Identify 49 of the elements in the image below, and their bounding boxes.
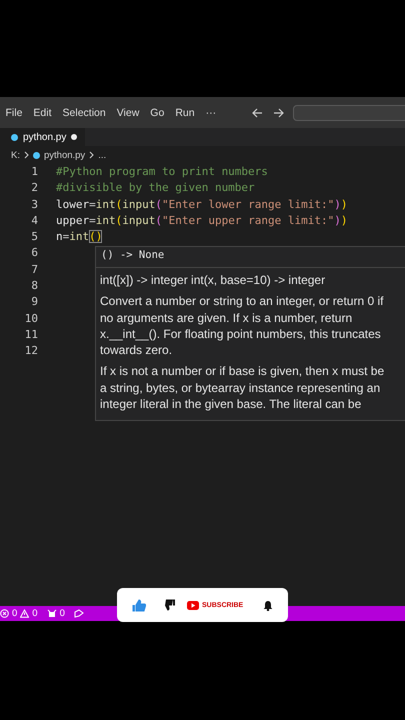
code-line: n=int() xyxy=(56,229,102,246)
thumbs-down-icon[interactable] xyxy=(162,599,175,611)
file-icon xyxy=(32,152,40,158)
line-number: 8 xyxy=(30,278,39,294)
code-line: #Python program to print numbers xyxy=(56,164,268,180)
line-number: 10 xyxy=(24,310,39,327)
line-number: 6 xyxy=(30,245,39,262)
search-field[interactable] xyxy=(293,104,405,120)
file-icon xyxy=(11,134,18,140)
signature-text: () -> None xyxy=(96,247,405,268)
line-number: 11 xyxy=(24,326,39,343)
port-count[interactable]: 0 xyxy=(60,608,65,619)
menu-item[interactable]: Run xyxy=(170,106,200,118)
line-number: 9 xyxy=(30,294,39,310)
chevron-icon xyxy=(24,151,29,159)
line-number: 4 xyxy=(30,212,39,229)
menu-item[interactable]: Go xyxy=(144,106,170,118)
code-line: upper=int(input("Enter upper range limit:")) xyxy=(56,212,348,229)
play-logo-icon xyxy=(187,600,199,610)
forward-arrow-icon[interactable] xyxy=(273,108,284,118)
doc-paragraph: If x is not a number or if base is given, then x must be a string, bytes, or bytearray instance representing an integer literal in the given base. The literal can be xyxy=(100,363,386,412)
line-number: 2 xyxy=(30,180,39,196)
code-line: #divisible by the given number xyxy=(56,180,255,196)
line-number: 12 xyxy=(24,343,39,360)
line-number: 5 xyxy=(30,229,39,246)
breadcrumb-item[interactable]: ... xyxy=(98,150,106,160)
bell-icon[interactable] xyxy=(263,600,274,610)
menu-item[interactable]: Edit xyxy=(28,106,58,118)
ports-icon[interactable] xyxy=(46,609,57,618)
warning-count[interactable]: 0 xyxy=(32,608,38,619)
menu-item[interactable]: ··· xyxy=(200,106,222,118)
doc-paragraph: int([x]) -> integer int(x, base=10) -> integer xyxy=(100,272,326,288)
error-icon[interactable] xyxy=(0,609,9,618)
doc-paragraph: Convert a number or string to an integer, or return 0 if no arguments are given. If x is a number, return x.__int__(). For floating point numbers, this truncates towards zero. xyxy=(100,293,384,358)
menu-item[interactable]: Selection xyxy=(57,106,112,118)
breadcrumb-item[interactable]: python.py xyxy=(44,150,86,160)
line-number: 3 xyxy=(30,196,39,213)
breadcrumb-item[interactable]: K: xyxy=(11,150,20,160)
warning-icon[interactable] xyxy=(20,609,30,618)
menu-item[interactable]: File xyxy=(0,106,28,118)
error-count[interactable]: 0 xyxy=(12,608,18,619)
line-number: 7 xyxy=(30,262,39,278)
chevron-icon xyxy=(89,151,94,159)
back-arrow-icon[interactable] xyxy=(252,108,263,118)
line-number: 1 xyxy=(30,164,39,180)
code-line: lower=int(input("Enter lower range limit:")) xyxy=(56,196,348,213)
thumbs-up-icon[interactable] xyxy=(132,598,146,612)
file-tab[interactable]: python.py xyxy=(0,128,86,146)
menu-item[interactable]: View xyxy=(111,106,145,118)
